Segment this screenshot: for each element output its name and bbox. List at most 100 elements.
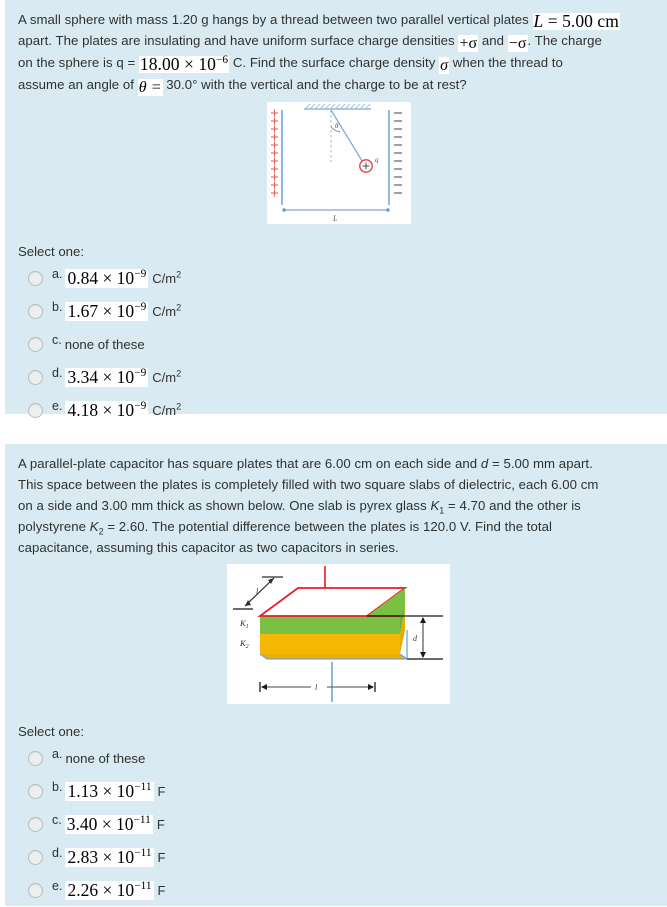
- question-block-1: A small sphere with mass 1.20 g hangs by…: [5, 0, 667, 420]
- option-unit-2e: F: [157, 882, 166, 898]
- charge-label: q: [375, 156, 379, 164]
- slab2-bottom-bevel: [260, 654, 407, 659]
- option-row-1d[interactable]: d. 3.34 × 10−9 C/m2: [18, 364, 659, 390]
- radio-2d[interactable]: [28, 849, 43, 865]
- d-arrow-down: [420, 652, 426, 658]
- radio-1a[interactable]: [28, 270, 43, 286]
- option-letter-1b: b.: [52, 300, 63, 314]
- capacitor-diagram-svg: l K1 K2 d l: [233, 566, 443, 702]
- right-plate-minus-signs: [393, 112, 402, 194]
- radio-2c[interactable]: [28, 816, 43, 832]
- question-2-figure-wrap: l K1 K2 d l: [18, 558, 659, 704]
- option-letter-1c: c.: [52, 333, 62, 347]
- question-1-line-2: apart. The plates are insulating and hav…: [18, 30, 659, 52]
- k2-label: K2: [239, 638, 249, 650]
- q1-math-sigma: σ: [439, 57, 450, 74]
- question-1-text: A small sphere with mass 1.20 g hangs by…: [18, 9, 659, 96]
- option-letter-2d: d.: [52, 846, 63, 860]
- question-1-figure-wrap: θ q L: [18, 96, 659, 224]
- q1-line2-tail: . The charge: [527, 33, 602, 48]
- question-2-text: A parallel-plate capacitor has square pl…: [18, 453, 659, 558]
- q2-line3-text: on a side and 3.00 mm thick as shown bel…: [18, 498, 431, 513]
- two-dielectric-slab-capacitor-diagram: l K1 K2 d l: [227, 564, 450, 704]
- q2-line4-tail: = 2.60. The potential difference between…: [103, 519, 552, 534]
- question-block-2: A parallel-plate capacitor has square pl…: [5, 444, 667, 906]
- sphere-diagram-svg: θ q L: [270, 103, 402, 223]
- q2-line1-tail: = 5.00 mm apart.: [488, 456, 593, 471]
- option-letter-2b: b.: [52, 780, 63, 794]
- q1-math-theta: θ =: [137, 79, 163, 96]
- option-letter-1e: e.: [52, 399, 63, 413]
- option-value-2e: 2.26 × 10−11: [65, 879, 154, 900]
- option-row-2c[interactable]: c. 3.40 × 10−11 F: [18, 811, 659, 837]
- option-unit-1b: C/m2: [152, 302, 182, 319]
- radio-1e[interactable]: [28, 402, 43, 418]
- question-2-line-4: polystyrene K2 = 2.60. The potential dif…: [18, 516, 659, 537]
- l-arrow-left: [261, 684, 267, 690]
- option-row-2a[interactable]: a. none of these: [18, 745, 659, 771]
- option-value-2a: none of these: [65, 750, 146, 766]
- select-one-label-1: Select one:: [18, 244, 84, 259]
- option-row-1b[interactable]: b. 1.67 × 10−9 C/m2: [18, 298, 659, 324]
- q1-math-q-value: 18.00 × 10−6: [138, 54, 230, 74]
- option-letter-2c: c.: [52, 813, 62, 827]
- d-label: d: [413, 634, 418, 643]
- radio-1b[interactable]: [28, 303, 43, 319]
- radio-1c[interactable]: [28, 336, 43, 352]
- q1-line3-tail: when the thread to: [452, 55, 563, 70]
- quiz-page: A small sphere with mass 1.20 g hangs by…: [0, 0, 667, 906]
- option-letter-2e: e.: [52, 879, 63, 893]
- question-2-line-5: capacitance, assuming this capacitor as …: [18, 540, 399, 555]
- option-unit-2c: F: [156, 816, 165, 832]
- radio-2e[interactable]: [28, 882, 43, 898]
- option-unit-1a: C/m2: [152, 269, 182, 286]
- option-row-2b[interactable]: b. 1.13 × 10−11 F: [18, 778, 659, 804]
- option-value-2b: 1.13 × 10−11: [65, 780, 154, 801]
- q1-line1-text: A small sphere with mass 1.20 g hangs by…: [18, 12, 529, 27]
- option-letter-1a: a.: [52, 267, 63, 281]
- option-value-1e: 4.18 × 10−9: [65, 399, 149, 420]
- radio-2a[interactable]: [28, 750, 43, 766]
- option-row-1a[interactable]: a. 0.84 × 10−9 C/m2: [18, 265, 659, 291]
- slab1-front-face: [260, 616, 400, 634]
- width-arrow-right: [385, 208, 390, 212]
- q1-line2-text: apart. The plates are insulating and hav…: [18, 33, 455, 48]
- option-row-2d[interactable]: d. 2.83 × 10−11 F: [18, 844, 659, 870]
- thread-line: [329, 109, 365, 165]
- depth-label: l: [256, 587, 259, 596]
- ceiling-hatching: [304, 103, 370, 110]
- option-value-1a: 0.84 × 10−9: [65, 267, 149, 288]
- option-letter-1d: d.: [52, 366, 63, 380]
- option-value-1c: none of these: [64, 336, 145, 352]
- option-value-2d: 2.83 × 10−11: [65, 846, 154, 867]
- q2-line3-tail: = 4.70 and the other is: [444, 498, 581, 513]
- option-value-2c: 3.40 × 10−11: [64, 813, 153, 834]
- question-1-line-1: A small sphere with mass 1.20 g hangs by…: [18, 9, 659, 30]
- q1-line4-text: assume an angle of: [18, 77, 135, 92]
- radio-2b[interactable]: [28, 783, 43, 799]
- question-2-line-1: A parallel-plate capacitor has square pl…: [18, 453, 659, 474]
- q1-line2-and: and: [481, 33, 505, 48]
- select-one-label-2: Select one:: [18, 724, 84, 739]
- l-label-backing: [311, 680, 327, 694]
- sphere-between-plates-diagram: θ q L: [266, 102, 411, 224]
- option-value-1d: 3.34 × 10−9: [65, 366, 149, 387]
- slab2-front-face: [260, 634, 400, 654]
- depth-dimension-line: [244, 577, 275, 607]
- q2-line4-text: polystyrene: [18, 519, 90, 534]
- option-row-1c[interactable]: c. none of these: [18, 331, 659, 357]
- q1-line4-tail: 30.0° with the vertical and the charge t…: [166, 77, 467, 92]
- question-2-line-3: on a side and 3.00 mm thick as shown bel…: [18, 495, 659, 516]
- q1-line3-text: on the sphere is q =: [18, 55, 136, 70]
- option-row-2e[interactable]: e. 2.26 × 10−11 F: [18, 877, 659, 903]
- option-value-1b: 1.67 × 10−9: [65, 300, 149, 321]
- question-2-line-2: This space between the plates is complet…: [18, 477, 599, 492]
- q2-line3-K: K: [430, 498, 440, 513]
- radio-1d[interactable]: [28, 369, 43, 385]
- option-unit-2d: F: [157, 849, 166, 865]
- angle-label: θ: [335, 122, 339, 130]
- d-arrow-up: [420, 617, 426, 623]
- q1-line3-mid: C. Find the surface charge density: [232, 55, 436, 70]
- q1-math-L: L = 5.00 cm: [532, 11, 620, 31]
- option-letter-2a: a.: [52, 747, 63, 761]
